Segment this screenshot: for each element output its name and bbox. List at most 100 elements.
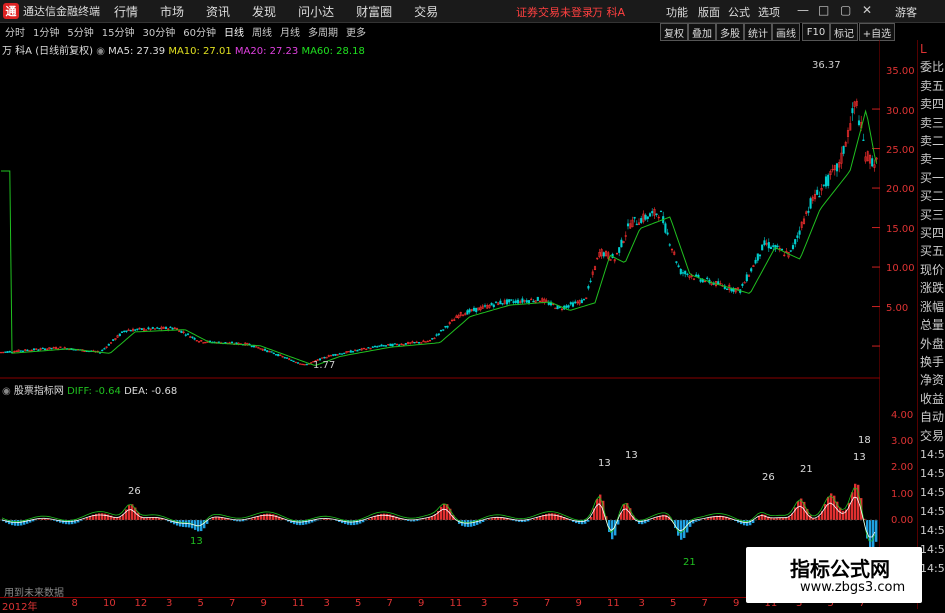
adjust-button[interactable]: 复权 xyxy=(660,23,688,41)
date-tick: 9 xyxy=(261,598,267,609)
tab-monthly[interactable]: 月线 xyxy=(280,24,300,39)
menu-layout[interactable]: 版面 xyxy=(698,4,720,20)
low-price-label: 1.77 xyxy=(313,360,335,371)
date-tick: 9 xyxy=(576,598,582,609)
mark-button[interactable]: 标记 xyxy=(830,23,858,41)
indicator-tick: 1.00 xyxy=(891,489,913,500)
maximize-icon[interactable]: ▢ xyxy=(840,3,851,17)
trade-time: 14:50 xyxy=(918,540,945,559)
side-item-sell3[interactable]: 卖三 xyxy=(918,114,945,132)
price-tick: 35.00 xyxy=(886,66,915,77)
tab-15min[interactable]: 15分钟 xyxy=(102,24,135,39)
tab-more[interactable]: 更多 xyxy=(346,24,366,39)
indicator-tick: 2.00 xyxy=(891,462,913,473)
side-item-change-pct[interactable]: 涨幅 xyxy=(918,298,945,316)
kline-chart[interactable]: 36.37 1.77 xyxy=(0,40,880,597)
login-notice[interactable]: 证券交易未登录 xyxy=(516,4,593,20)
price-tick: 15.00 xyxy=(886,224,915,235)
price-tick: 25.00 xyxy=(886,145,915,156)
statistics-button[interactable]: 统计 xyxy=(744,23,772,41)
side-item-turnover[interactable]: 换手 xyxy=(918,353,945,371)
date-tick: 3 xyxy=(166,598,172,609)
side-item-sell5[interactable]: 卖五 xyxy=(918,77,945,95)
app-logo-icon: 通 xyxy=(3,3,19,19)
side-item-bid-ratio[interactable]: 委比 xyxy=(918,58,945,76)
restore-icon[interactable]: □ xyxy=(818,3,829,17)
indicator-tick: 0.00 xyxy=(891,515,913,526)
tab-1min[interactable]: 1分钟 xyxy=(33,24,59,39)
date-tick: 11 xyxy=(450,598,463,609)
date-tick: 8 xyxy=(72,598,78,609)
signal-label: 13 xyxy=(190,536,203,547)
side-item-net-assets[interactable]: 净资 xyxy=(918,371,945,389)
price-tick: 10.00 xyxy=(886,263,915,274)
overlay-button[interactable]: 叠加 xyxy=(688,23,716,41)
side-item-price[interactable]: 现价 xyxy=(918,261,945,279)
side-item-earnings[interactable]: 收益 xyxy=(918,390,945,408)
side-item-buy1[interactable]: 买一 xyxy=(918,169,945,187)
price-tick: 20.00 xyxy=(886,184,915,195)
f10-button[interactable]: F10 xyxy=(802,23,830,41)
menu-news[interactable]: 资讯 xyxy=(206,3,230,20)
app-title: 通达信金融终端 xyxy=(23,3,100,19)
side-item-buy5[interactable]: 买五 xyxy=(918,242,945,260)
side-item-trade[interactable]: 交易 xyxy=(918,427,945,445)
draw-line-button[interactable]: 画线 xyxy=(772,23,800,41)
close-icon[interactable]: ✕ xyxy=(862,3,872,17)
date-tick: 5 xyxy=(355,598,361,609)
side-item-change[interactable]: 涨跌 xyxy=(918,279,945,297)
minimize-icon[interactable]: — xyxy=(797,3,809,17)
indicator-name[interactable]: 股票指标网 xyxy=(14,386,64,397)
menu-options[interactable]: 选项 xyxy=(758,4,780,20)
menu-trade[interactable]: 交易 xyxy=(414,3,438,20)
date-tick: 12 xyxy=(135,598,148,609)
menu-market-center[interactable]: 市场 xyxy=(160,3,184,20)
trade-time: 14:50 xyxy=(918,502,945,521)
side-item-sell1[interactable]: 卖一 xyxy=(918,150,945,168)
signal-label: 13 xyxy=(598,458,611,469)
user-guest[interactable]: 游客 xyxy=(895,4,917,20)
menu-wealth[interactable]: 财富圈 xyxy=(356,3,392,20)
date-tick: 9 xyxy=(733,598,739,609)
signal-label: 13 xyxy=(625,450,638,461)
signal-label: 21 xyxy=(800,464,813,475)
date-tick: 7 xyxy=(702,598,708,609)
tab-60min[interactable]: 60分钟 xyxy=(183,24,216,39)
trade-time: 14:50 xyxy=(918,521,945,540)
signal-label: 26 xyxy=(128,486,141,497)
multi-stock-button[interactable]: 多股 xyxy=(716,23,744,41)
side-item-sell2[interactable]: 卖二 xyxy=(918,132,945,150)
price-tick: 5.00 xyxy=(886,303,908,314)
indicator-settings-icon[interactable]: ◉ xyxy=(2,386,14,397)
tab-weekly[interactable]: 周线 xyxy=(252,24,272,39)
menu-market[interactable]: 行情 xyxy=(114,3,138,20)
menu-discover[interactable]: 发现 xyxy=(252,3,276,20)
side-item-sell4[interactable]: 卖四 xyxy=(918,95,945,113)
date-tick: 3 xyxy=(324,598,330,609)
diff-value: DIFF: -0.64 xyxy=(67,386,121,397)
indicator-tick: 4.00 xyxy=(891,410,913,421)
date-tick: 2012年 xyxy=(2,598,37,613)
side-item-auto[interactable]: 自动 xyxy=(918,408,945,426)
side-item-volume[interactable]: 总量 xyxy=(918,316,945,334)
tab-5min[interactable]: 5分钟 xyxy=(67,24,93,39)
side-item-buy2[interactable]: 买二 xyxy=(918,187,945,205)
tab-30min[interactable]: 30分钟 xyxy=(142,24,175,39)
side-item-buy3[interactable]: 买三 xyxy=(918,206,945,224)
side-scroll-indicator[interactable]: L xyxy=(918,40,945,58)
menu-formula[interactable]: 公式 xyxy=(728,4,750,20)
tab-daily[interactable]: 日线 xyxy=(224,24,244,39)
side-item-buy4[interactable]: 买四 xyxy=(918,224,945,242)
current-stock: 万 科A xyxy=(592,4,625,20)
trade-time: 14:50 xyxy=(918,559,945,578)
date-tick: 7 xyxy=(229,598,235,609)
menu-ask[interactable]: 问小达 xyxy=(298,3,334,20)
date-tick: 7 xyxy=(544,598,550,609)
add-watchlist-button[interactable]: +自选 xyxy=(859,23,895,41)
signal-label: 26 xyxy=(762,472,775,483)
side-item-outer-volume[interactable]: 外盘 xyxy=(918,335,945,353)
tab-minute[interactable]: 分时 xyxy=(5,24,25,39)
dea-value: DEA: -0.68 xyxy=(124,386,177,397)
menu-function[interactable]: 功能 xyxy=(666,4,688,20)
tab-multi-period[interactable]: 多周期 xyxy=(308,24,338,39)
